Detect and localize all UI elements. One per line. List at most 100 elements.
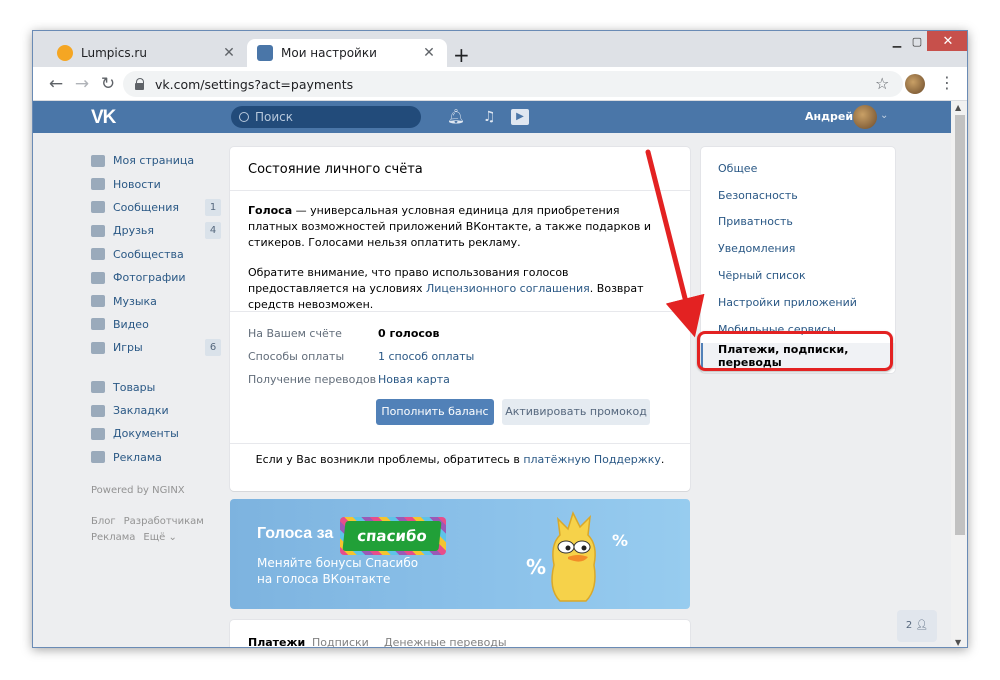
settings-menu-notifications[interactable]: Уведомления: [701, 235, 895, 262]
page-scrollbar[interactable]: ▲ ▼: [951, 101, 967, 647]
minimize-icon[interactable]: ▁: [887, 31, 907, 51]
footer-link-blog[interactable]: Блог: [91, 516, 116, 527]
top-up-balance-button[interactable]: Пополнить баланс: [376, 399, 494, 425]
tab-settings[interactable]: Мои настройки ✕: [247, 39, 447, 67]
tab-title: Мои настройки: [281, 46, 377, 60]
scroll-up-icon[interactable]: ▲: [955, 103, 961, 112]
back-arrow-icon[interactable]: ←: [45, 73, 67, 95]
document-icon: [91, 427, 105, 440]
tab-payments[interactable]: Платежи: [248, 636, 305, 647]
count-badge: 6: [205, 339, 221, 357]
count-badge: 4: [205, 222, 221, 240]
settings-menu-blacklist[interactable]: Чёрный список: [701, 262, 895, 289]
footer-link-developers[interactable]: Разработчикам: [124, 516, 204, 527]
sidebar-item-friends[interactable]: Друзья 4: [91, 219, 221, 242]
balance-value: 0 голосов: [378, 327, 440, 340]
vk-logo[interactable]: VK: [91, 107, 116, 129]
friends-icon: [91, 224, 105, 237]
new-card-link[interactable]: Новая карта: [378, 373, 450, 386]
new-tab-icon[interactable]: +: [453, 43, 470, 67]
forward-arrow-icon[interactable]: →: [71, 73, 93, 95]
address-bar[interactable]: vk.com/settings?act=payments: [123, 71, 903, 97]
megaphone-icon: [91, 451, 105, 464]
support-notice: Если у Вас возникли проблемы, обратитесь…: [230, 453, 690, 466]
music-icon: [91, 295, 105, 308]
scroll-down-icon[interactable]: ▼: [955, 638, 961, 647]
sidebar-item-label: Игры: [113, 341, 143, 355]
window-close-icon[interactable]: ✕: [927, 31, 967, 51]
sidebar-item-documents[interactable]: Документы: [91, 422, 221, 445]
sidebar-item-goods[interactable]: Товары: [91, 376, 221, 399]
sidebar-item-label: Сообщения: [113, 200, 180, 214]
scroll-thumb[interactable]: [955, 115, 965, 535]
sidebar-item-label: Моя страница: [113, 154, 195, 168]
chevron-down-icon[interactable]: ⌄: [880, 110, 888, 121]
banner-heading: Голоса за: [257, 525, 334, 542]
settings-menu-mobile-services[interactable]: Мобильные сервисы: [701, 316, 895, 343]
spasibo-logo: спасибо: [342, 521, 442, 551]
sidebar-item-label: Новости: [113, 177, 161, 191]
banner-subtitle-line1: Меняйте бонусы Спасибо: [257, 556, 419, 570]
divider: [230, 311, 690, 312]
sidebar-item-communities[interactable]: Сообщества: [91, 243, 221, 266]
support-text: Если у Вас возникли проблемы, обратитесь…: [255, 453, 524, 466]
reload-icon[interactable]: ↻: [97, 73, 119, 95]
search-icon: [239, 112, 249, 122]
tab-money-transfers[interactable]: Денежные переводы: [384, 636, 507, 647]
spasibo-promo-banner[interactable]: Голоса за спасибо Меняйте бонусы Спасибо…: [230, 499, 690, 609]
votes-term: Голоса: [248, 204, 293, 217]
tab-lumpics[interactable]: Lumpics.ru ✕: [47, 39, 247, 67]
bell-icon[interactable]: 🔔︎: [447, 109, 465, 125]
sidebar-item-news[interactable]: Новости: [91, 172, 221, 195]
music-note-icon[interactable]: ♫: [483, 109, 496, 125]
sidebar-item-my-page[interactable]: Моя страница: [91, 149, 221, 172]
payment-support-link[interactable]: платёжную Поддержку: [523, 453, 661, 466]
bookmark-star-icon[interactable]: ☆: [875, 74, 889, 93]
close-tab-icon[interactable]: ✕: [421, 45, 437, 61]
license-agreement-link[interactable]: Лицензионного соглашения: [426, 282, 590, 295]
chat-online-button[interactable]: 2 👤︎: [897, 610, 937, 642]
settings-menu-privacy[interactable]: Приватность: [701, 209, 895, 236]
sidebar-item-label: Фотографии: [113, 271, 186, 285]
transfers-row: Получение переводов Новая карта: [248, 373, 450, 386]
user-icon: 👤︎: [915, 620, 929, 631]
account-status-card: Состояние личного счёта Голоса — универс…: [230, 147, 690, 491]
sidebar-item-label: Закладки: [113, 404, 169, 418]
footer-link-more[interactable]: Ещё ⌄: [143, 532, 176, 543]
sidebar-item-ads[interactable]: Реклама: [91, 446, 221, 469]
nav-separator: [91, 360, 221, 376]
play-icon[interactable]: ▶: [511, 109, 529, 125]
settings-menu-app-settings[interactable]: Настройки приложений: [701, 289, 895, 316]
balance-row: На Вашем счёте 0 голосов: [248, 327, 439, 340]
sidebar-item-video[interactable]: Видео: [91, 313, 221, 336]
news-icon: [91, 178, 105, 191]
sidebar-item-photos[interactable]: Фотографии: [91, 266, 221, 289]
sidebar-item-messages[interactable]: Сообщения 1: [91, 196, 221, 219]
payment-methods-link[interactable]: 1 способ оплаты: [378, 350, 474, 363]
footer-link-ads[interactable]: Реклама: [91, 532, 135, 543]
activate-promo-button[interactable]: Активировать промокод: [502, 399, 650, 425]
sidebar-item-bookmarks[interactable]: Закладки: [91, 399, 221, 422]
search-input[interactable]: Поиск: [231, 106, 421, 128]
support-end: .: [660, 453, 665, 466]
sidebar-item-label: Документы: [113, 427, 179, 441]
browser-menu-icon[interactable]: ⋮: [939, 73, 955, 92]
profile-avatar-icon[interactable]: [905, 74, 925, 94]
sidebar-item-music[interactable]: Музыка: [91, 289, 221, 312]
settings-menu-security[interactable]: Безопасность: [701, 182, 895, 209]
payments-tabs: Платежи Подписки Денежные переводы: [230, 620, 690, 647]
balance-label: На Вашем счёте: [248, 327, 342, 340]
settings-menu-payments[interactable]: Платежи, подписки, переводы: [701, 342, 895, 370]
maximize-icon[interactable]: ▢: [907, 31, 927, 51]
powered-by: Powered by NGINX: [91, 485, 185, 497]
banner-subtitle-line2: на голоса ВКонтакте: [257, 572, 391, 586]
user-avatar[interactable]: [853, 105, 877, 129]
sidebar-item-games[interactable]: Игры 6: [91, 336, 221, 359]
tab-subscriptions[interactable]: Подписки: [312, 636, 369, 647]
close-tab-icon[interactable]: ✕: [221, 45, 237, 61]
search-placeholder: Поиск: [255, 110, 294, 124]
sidebar-item-label: Реклама: [113, 450, 162, 464]
user-name[interactable]: Андрей: [805, 110, 853, 123]
settings-menu-general[interactable]: Общее: [701, 155, 895, 182]
browser-toolbar: ← → ↻ vk.com/settings?act=payments ☆ ⋮: [33, 67, 967, 101]
